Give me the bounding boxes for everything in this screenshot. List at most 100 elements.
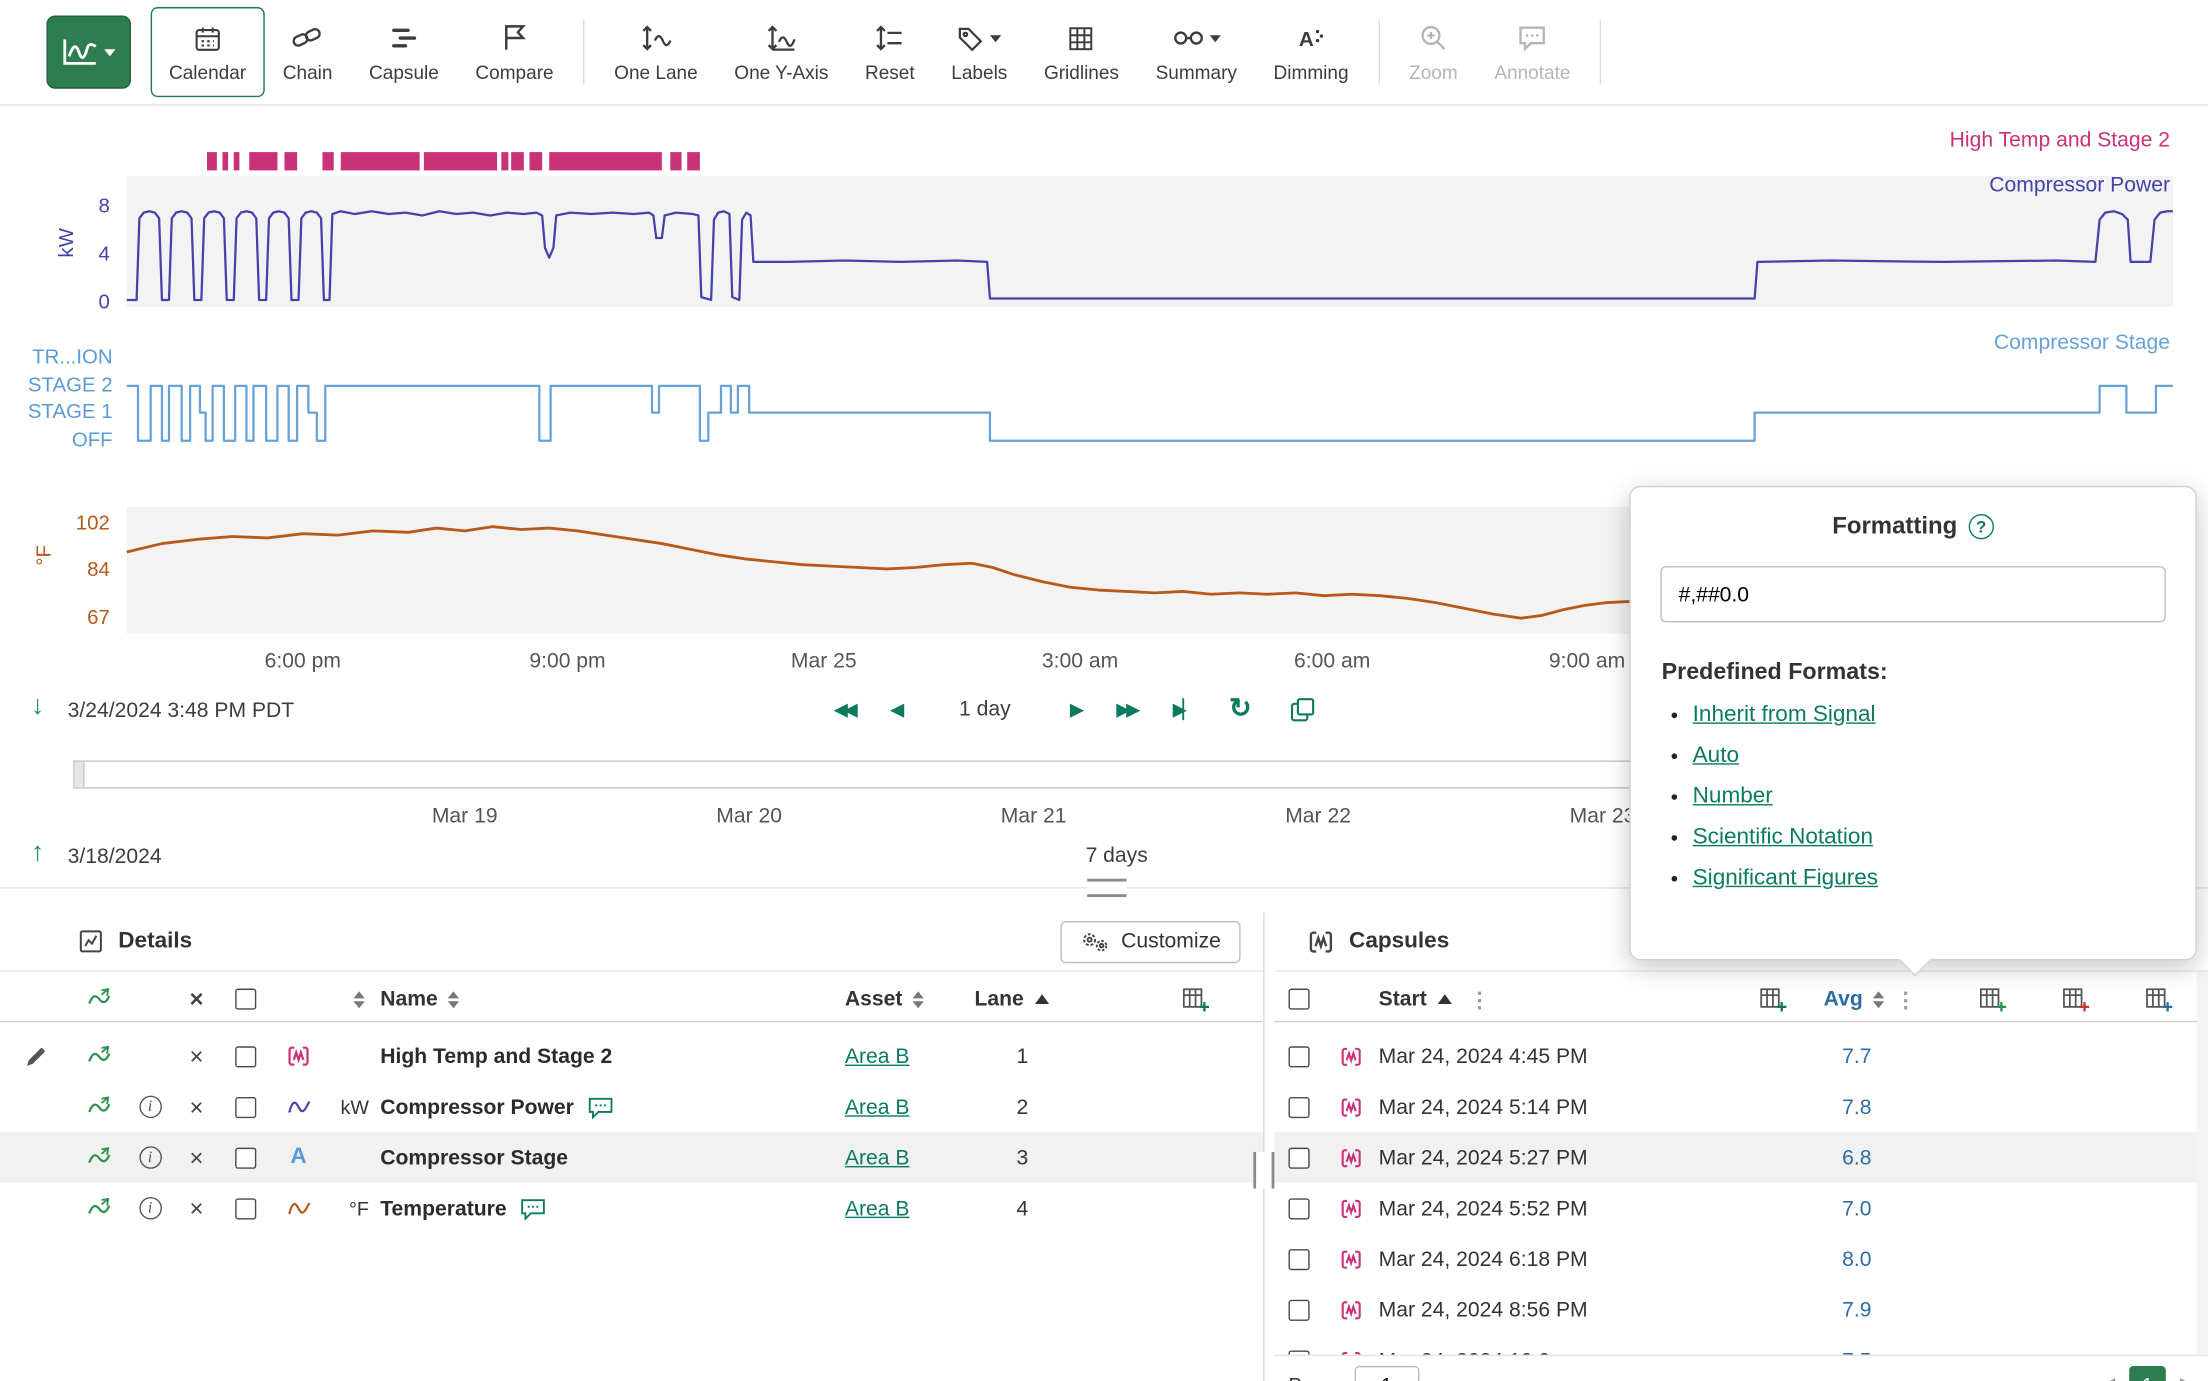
toolbar-item-chain[interactable]: Chain [264, 7, 350, 97]
page-input[interactable] [1354, 1366, 1419, 1381]
row-checkbox[interactable] [234, 1046, 255, 1067]
capsules-scrollbar[interactable] [2197, 972, 2208, 1381]
overview-left-handle[interactable] [75, 762, 85, 787]
current-page-button[interactable]: 1 [2129, 1366, 2166, 1381]
details-row-compressor-stage[interactable]: i × A Compressor Stage Area B 3 [0, 1132, 1263, 1183]
remove-item-button[interactable]: × [189, 1044, 203, 1068]
signal-icon[interactable] [70, 1132, 126, 1183]
toolbar-item-one-lane[interactable]: One Lane [596, 7, 716, 97]
remove-item-button[interactable]: × [189, 1146, 203, 1170]
add-column-table-icon[interactable] [1181, 985, 1209, 1013]
toolbar-item-reset[interactable]: Reset [847, 7, 933, 97]
capsule-row[interactable]: Mar 24, 2024 4:45 PM 7.7 [1274, 1031, 2208, 1082]
toolbar-item-one-y-axis[interactable]: One Y-Axis [716, 7, 847, 97]
item-name[interactable]: High Temp and Stage 2 [380, 1044, 612, 1068]
details-row-compressor-power[interactable]: i × kW Compressor Power Area B 2 [0, 1081, 1263, 1132]
previous-page-chevron-icon[interactable]: ◀ [2101, 1373, 2115, 1381]
comment-icon[interactable] [519, 1196, 546, 1220]
format-option-link[interactable]: Scientific Notation [1693, 825, 1873, 849]
signal-icon[interactable] [70, 1183, 126, 1234]
item-name[interactable]: Compressor Power [380, 1095, 574, 1119]
fast-forward-button[interactable]: ▶▶ [1116, 698, 1136, 721]
vertical-splitter[interactable] [1263, 913, 1264, 1381]
next-page-chevron-icon[interactable]: ▶ [2180, 1373, 2194, 1381]
asset-link[interactable]: Area B [845, 1044, 910, 1068]
skip-to-end-button[interactable]: ▶▏ [1173, 698, 1193, 721]
format-option-link[interactable]: Significant Figures [1693, 866, 1878, 890]
info-icon[interactable]: i [139, 1096, 162, 1119]
duration-label[interactable]: 1 day [959, 697, 1011, 721]
copy-trend-button[interactable] [1288, 695, 1316, 723]
remove-all-button[interactable]: × [189, 987, 203, 1011]
sort-icon[interactable] [1873, 991, 1884, 1008]
select-all-checkbox[interactable] [234, 989, 255, 1010]
remove-stat-column-red-icon[interactable] [2062, 985, 2090, 1013]
add-column-table-icon[interactable] [1759, 985, 1787, 1013]
toolbar-item-capsule[interactable]: Capsule [351, 7, 457, 97]
column-header-name[interactable]: Name [380, 987, 438, 1011]
asset-link[interactable]: Area B [845, 1095, 910, 1119]
range-start-arrow-icon[interactable]: ↓ [31, 693, 44, 720]
column-header-lane[interactable]: Lane [974, 987, 1023, 1011]
capsule-row[interactable]: Mar 24, 2024 5:52 PM 7.0 [1274, 1183, 2208, 1234]
toolbar-item-zoom[interactable]: Zoom [1391, 7, 1476, 97]
row-checkbox[interactable] [234, 1147, 255, 1168]
capsule-row[interactable]: Mar 24, 2024 6:18 PM 8.0 [1274, 1234, 2208, 1285]
signal-icon[interactable] [70, 1031, 126, 1082]
step-forward-button[interactable]: ▶ [1070, 698, 1080, 721]
power-lane-background[interactable] [127, 176, 2173, 307]
help-icon[interactable]: ? [1969, 514, 1994, 539]
capsule-row[interactable]: Mar 24, 2024 5:14 PM 7.8 [1274, 1081, 2208, 1132]
details-row-high-temp-and-stage-2[interactable]: × High Temp and Stage 2 Area B 1 [0, 1031, 1263, 1082]
item-name[interactable]: Compressor Stage [380, 1146, 568, 1170]
toolbar-item-dimming[interactable]: A Dimming [1255, 7, 1367, 97]
column-header-asset[interactable]: Asset [845, 987, 903, 1011]
row-checkbox[interactable] [234, 1096, 255, 1117]
sort-ascending-icon[interactable] [1035, 994, 1049, 1004]
toolbar-item-summary[interactable]: Summary [1137, 7, 1255, 97]
sort-icon[interactable] [353, 991, 364, 1008]
sort-icon[interactable] [448, 991, 459, 1008]
capsule-checkbox[interactable] [1288, 1299, 1309, 1320]
capsule-row[interactable]: Mar 24, 2024 5:27 PM 6.8 [1274, 1132, 2208, 1183]
remove-item-button[interactable]: × [189, 1095, 203, 1119]
horizontal-splitter-grip[interactable] [1087, 879, 1126, 897]
step-back-button[interactable]: ◀ [890, 698, 900, 721]
info-icon[interactable]: i [139, 1146, 162, 1169]
info-icon[interactable]: i [139, 1197, 162, 1220]
sort-ascending-icon[interactable] [1438, 994, 1452, 1004]
select-all-capsules-checkbox[interactable] [1288, 989, 1309, 1010]
asset-link[interactable]: Area B [845, 1146, 910, 1170]
sort-icon[interactable] [912, 991, 923, 1008]
capsule-checkbox[interactable] [1288, 1046, 1309, 1067]
format-string-input[interactable] [1660, 566, 2166, 622]
column-header-start[interactable]: Start [1379, 987, 1427, 1011]
customize-button[interactable]: Customize [1061, 920, 1241, 962]
signal-column-icon[interactable] [70, 977, 126, 1021]
capsule-row[interactable]: Mar 24, 2024 8:56 PM 7.9 [1274, 1284, 2208, 1335]
display-range-start[interactable]: 3/24/2024 3:48 PM PDT [68, 698, 295, 722]
add-property-column-blue-icon[interactable] [2145, 985, 2173, 1013]
format-option-link[interactable]: Number [1693, 784, 1773, 808]
capsule-checkbox[interactable] [1288, 1248, 1309, 1269]
refresh-button[interactable]: ↻ [1229, 693, 1251, 725]
column-header-avg[interactable]: Avg [1824, 987, 1863, 1011]
toolbar-item-gridlines[interactable]: Gridlines [1026, 7, 1138, 97]
capsule-checkbox[interactable] [1288, 1096, 1309, 1117]
investigate-range-duration[interactable]: 7 days [1053, 844, 1180, 868]
column-menu-icon[interactable]: ⋮ [1889, 986, 1921, 1011]
pencil-icon[interactable] [23, 1044, 47, 1068]
worksheet-view-menu-button[interactable] [46, 15, 130, 88]
toolbar-item-compare[interactable]: Compare [457, 7, 572, 97]
item-name[interactable]: Temperature [380, 1196, 506, 1220]
capsule-checkbox[interactable] [1288, 1147, 1309, 1168]
toolbar-item-labels[interactable]: Labels [933, 7, 1026, 97]
signal-icon[interactable] [70, 1081, 126, 1132]
investigate-range-start[interactable]: 3/18/2024 [68, 845, 162, 869]
comment-icon[interactable] [587, 1095, 614, 1119]
row-checkbox[interactable] [234, 1198, 255, 1219]
column-menu-icon[interactable]: ⋮ [1463, 986, 1495, 1011]
vertical-splitter-grip[interactable] [1253, 1152, 1274, 1189]
details-row-temperature[interactable]: i × °F Temperature Area B 4 [0, 1183, 1263, 1234]
toolbar-item-annotate[interactable]: Annotate [1476, 7, 1589, 97]
